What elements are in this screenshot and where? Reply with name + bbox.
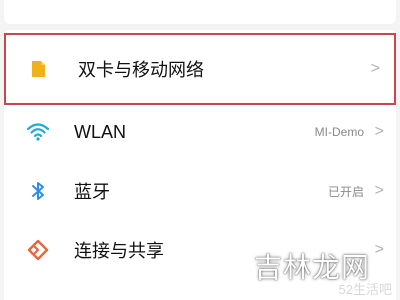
- settings-item-bluetooth[interactable]: 蓝牙 已开启 >: [8, 161, 394, 221]
- chevron-right-icon: >: [374, 123, 384, 140]
- settings-top-card: [4, 0, 396, 24]
- settings-item-dual-sim[interactable]: 双卡与移动网络 >: [4, 33, 396, 105]
- settings-item-label: 双卡与移动网络: [78, 60, 204, 80]
- settings-item-label: 连接与共享: [74, 241, 164, 261]
- settings-item-value: MI-Demo: [314, 125, 364, 139]
- wifi-icon: [24, 118, 52, 146]
- bluetooth-icon: [24, 177, 52, 205]
- sim-card-icon: [24, 55, 52, 83]
- watermark-caption: 52生活吧: [338, 282, 392, 297]
- settings-item-label: 蓝牙: [74, 182, 110, 202]
- chevron-right-icon: >: [370, 60, 380, 77]
- settings-item-label: WLAN: [74, 121, 127, 142]
- connection-share-icon: [24, 236, 52, 264]
- settings-item-wlan[interactable]: WLAN MI-Demo >: [8, 102, 394, 162]
- chevron-right-icon: >: [374, 241, 384, 258]
- chevron-right-icon: >: [374, 182, 384, 199]
- settings-item-value: 已开启: [327, 184, 364, 199]
